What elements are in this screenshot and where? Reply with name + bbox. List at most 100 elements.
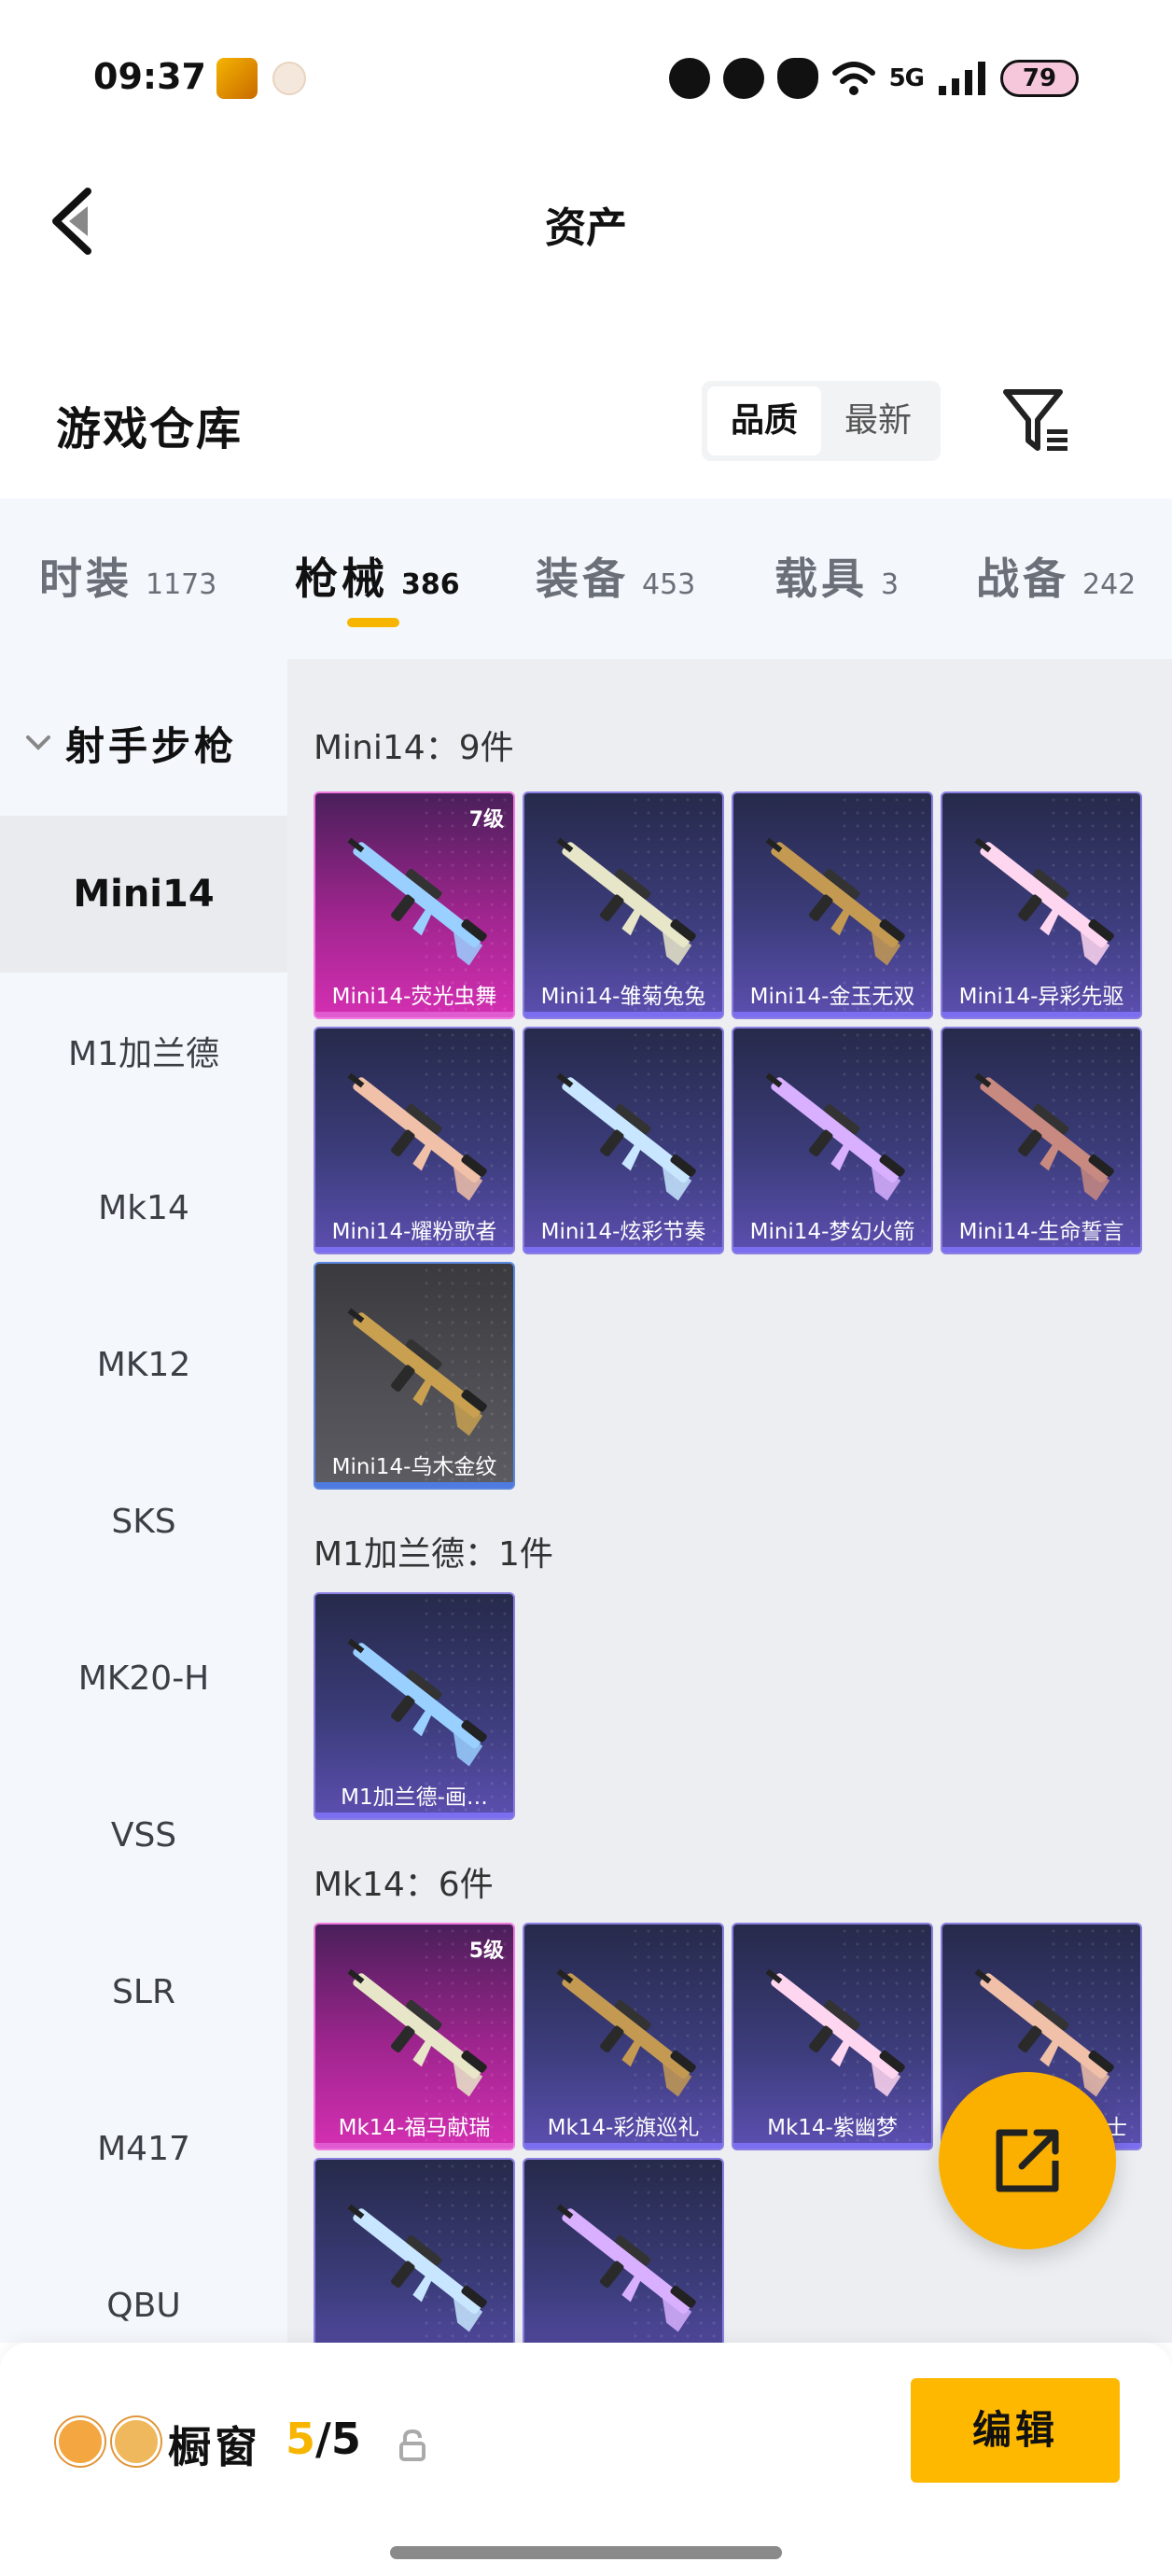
chevron-down-icon (26, 735, 50, 750)
sort-newest-option[interactable]: 最新 (821, 386, 935, 455)
sort-quality-option[interactable]: 品质 (707, 386, 821, 455)
weapon-card[interactable]: Mini14-耀粉歌者 (314, 1027, 515, 1254)
tab-fashion[interactable]: 时装 1173 (39, 545, 216, 620)
rifle-icon (347, 837, 487, 966)
sidebar-group-marksman[interactable]: 射手步枪 (0, 706, 287, 780)
avatar (112, 2417, 160, 2466)
tab-label: 载具 (774, 553, 868, 604)
weapon-card[interactable]: M1加兰德-画… (314, 1592, 515, 1820)
card-name: Mini14-耀粉歌者 (331, 1220, 497, 1244)
card-name: Mk14-彩旗巡礼 (547, 2116, 700, 2140)
tab-count: 3 (881, 568, 900, 601)
weapon-card[interactable]: Mini14-金玉无双 (732, 791, 933, 1019)
warehouse-title: 游戏仓库 (56, 403, 244, 455)
sidebar-item-sks[interactable]: SKS (0, 1443, 287, 1600)
sidebar-item-slr[interactable]: SLR (0, 1913, 287, 2070)
sidebar-item-vss[interactable]: VSS (0, 1757, 287, 1913)
rarity-bar (942, 1012, 1140, 1017)
tab-equipment[interactable]: 装备 453 (536, 545, 695, 620)
card-name: Mini14-乌木金纹 (331, 1455, 497, 1479)
card-name: M1加兰德-画… (341, 1785, 488, 1810)
rifle-icon (347, 1968, 487, 2097)
sidebar-item-mini14[interactable]: Mini14 (0, 816, 287, 973)
weapon-card[interactable] (314, 2158, 515, 2343)
rarity-bar (315, 1247, 513, 1253)
rifle-icon (765, 1072, 905, 1201)
weapon-card[interactable]: 7级 Mini14-荧光虫舞 (314, 791, 515, 1019)
tab-supplies[interactable]: 战备 242 (976, 545, 1136, 620)
card-name: Mini14-梦幻火箭 (749, 1220, 915, 1244)
rifle-icon (765, 1968, 905, 2097)
tab-firearms[interactable]: 枪械 386 (295, 545, 460, 620)
active-tab-indicator (347, 618, 399, 627)
tab-vehicles[interactable]: 载具 3 (774, 545, 899, 620)
rarity-bar (315, 1482, 513, 1488)
section-title-mk14: Mk14：6件 (314, 1866, 494, 1904)
share-icon (996, 2129, 1059, 2192)
weapon-card[interactable]: Mini14-炫彩节奏 (523, 1027, 724, 1254)
sidebar-item-m1-garand[interactable]: M1加兰德 (0, 973, 287, 1129)
rarity-bar (524, 1012, 722, 1017)
home-indicator (390, 2546, 782, 2559)
status-icons: 5G 79 (668, 49, 1079, 108)
category-tabs: 时装 1173 枪械 386 装备 453 载具 3 战备 242 (0, 498, 1172, 659)
showcase-total: 5 (330, 2414, 361, 2464)
card-name: Mk14-福马献瑞 (338, 2116, 491, 2140)
card-name: Mk14-紫幽梦 (767, 2116, 898, 2140)
sidebar-item-mk14[interactable]: Mk14 (0, 1129, 287, 1286)
signal-icon (939, 62, 985, 95)
card-name: Mini14-荧光虫舞 (331, 985, 497, 1009)
filter-icon (1003, 389, 1067, 451)
weapon-card[interactable] (523, 2158, 724, 2343)
weapon-card[interactable]: Mk14-彩旗巡礼 (523, 1923, 724, 2150)
sidebar-item-m417[interactable]: M417 (0, 2070, 287, 2227)
rifle-icon (974, 837, 1114, 966)
weapon-card[interactable]: Mini14-梦幻火箭 (732, 1027, 933, 1254)
edit-button[interactable]: 编辑 (911, 2378, 1120, 2483)
wifi-icon (831, 62, 875, 95)
share-button[interactable] (939, 2072, 1116, 2249)
card-level-badge: 5级 (468, 1939, 504, 1963)
lock-icon[interactable] (396, 2429, 429, 2462)
rifle-icon (556, 837, 696, 966)
rifle-icon (556, 2204, 696, 2332)
showcase-separator: / (315, 2414, 331, 2464)
showcase-label: 橱窗 (168, 2422, 261, 2472)
rarity-bar (733, 1247, 931, 1253)
weapon-card[interactable]: Mk14-紫幽梦 (732, 1923, 933, 2150)
weapon-card[interactable]: 5级 Mk14-福马献瑞 (314, 1923, 515, 2150)
card-name: Mini14-炫彩节奏 (540, 1220, 706, 1244)
filter-button[interactable] (998, 383, 1073, 457)
rifle-icon (556, 1072, 696, 1201)
rifle-icon (974, 1072, 1114, 1201)
tab-label: 装备 (536, 553, 629, 604)
tab-label: 时装 (39, 553, 133, 604)
rifle-icon (347, 1308, 487, 1436)
avatar (56, 2417, 105, 2466)
card-name: Mini14-金玉无双 (749, 985, 915, 1009)
section-title-m1-garand: M1加兰德：1件 (314, 1535, 553, 1574)
rifle-icon (765, 837, 905, 966)
status-bar: 09:37 5G 79 (0, 0, 1172, 149)
showcase-count: 5/5 (286, 2414, 361, 2464)
sidebar-item-mk12[interactable]: MK12 (0, 1286, 287, 1443)
card-name: Mini14-雏菊兔兔 (540, 985, 706, 1009)
sort-toggle: 品质 最新 (702, 381, 941, 461)
rarity-bar (315, 1012, 513, 1017)
section-title-mini14: Mini14：9件 (314, 729, 514, 767)
rarity-bar (733, 2143, 931, 2149)
weapon-card[interactable]: Mini14-异彩先驱 (941, 791, 1142, 1019)
page-title: 资产 (545, 204, 627, 252)
rarity-bar (733, 1012, 931, 1017)
rifle-icon (347, 1072, 487, 1201)
card-name: Mini14-生命誓言 (958, 1220, 1124, 1244)
showcase-bar: 橱窗 5/5 编辑 (0, 2343, 1172, 2576)
weapon-card[interactable]: Mini14-乌木金纹 (314, 1262, 515, 1490)
paw-icon (776, 58, 818, 99)
rifle-icon (347, 2204, 487, 2332)
weapon-card[interactable]: Mini14-生命誓言 (941, 1027, 1142, 1254)
rarity-bar (315, 1813, 513, 1818)
sidebar-item-mk20h[interactable]: MK20-H (0, 1600, 287, 1757)
showcase-avatars (56, 2417, 160, 2466)
weapon-card[interactable]: Mini14-雏菊兔兔 (523, 791, 724, 1019)
